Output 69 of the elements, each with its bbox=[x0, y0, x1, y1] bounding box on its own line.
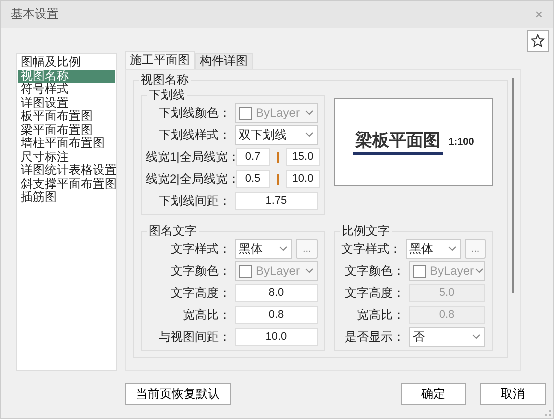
category-item[interactable]: 插筋图 bbox=[18, 191, 115, 204]
field-label: 是否显示： bbox=[344, 328, 405, 346]
dropdown-value: ByLayer bbox=[256, 106, 300, 120]
input-field[interactable]: 10.0 bbox=[234, 328, 318, 346]
category-item[interactable]: 视图名称 bbox=[18, 70, 115, 83]
group-title: 下划线 bbox=[147, 88, 187, 102]
dialog-button[interactable]: 确定 bbox=[400, 383, 466, 405]
input-field[interactable]: 1.75 bbox=[234, 192, 318, 210]
field-label: 文字颜色： bbox=[170, 262, 231, 280]
input-field[interactable]: 0.5 bbox=[236, 170, 270, 188]
scrollbar-thumb[interactable] bbox=[512, 78, 514, 293]
dropdown-value: 双下划线 bbox=[238, 126, 287, 144]
input-field[interactable]: 0.7 bbox=[236, 148, 270, 166]
field-label: 下划线样式： bbox=[158, 126, 231, 144]
dropdown[interactable]: 双下划线 bbox=[234, 125, 318, 145]
category-item[interactable]: 梁平面布置图 bbox=[18, 124, 115, 137]
field-label: 宽高比： bbox=[356, 306, 405, 324]
dropdown-value: 黑体 bbox=[238, 240, 263, 258]
category-item[interactable]: 符号样式 bbox=[18, 83, 115, 96]
dropdown-value: ByLayer bbox=[256, 264, 300, 278]
category-item[interactable]: 详图设置 bbox=[18, 96, 115, 110]
dropdown[interactable]: 黑体 bbox=[406, 239, 461, 259]
category-item[interactable]: 斜支撑平面布置图 bbox=[18, 178, 115, 191]
category-item[interactable]: 详图统计表格设置 bbox=[18, 164, 115, 178]
dialog-button[interactable]: 取消 bbox=[480, 383, 546, 405]
dropdown[interactable]: 否 bbox=[409, 327, 485, 347]
resize-grip-icon[interactable] bbox=[545, 410, 551, 416]
color-swatch-icon bbox=[413, 264, 426, 278]
field-label: 文字颜色： bbox=[344, 262, 405, 280]
caret-icon bbox=[474, 268, 484, 274]
favorite-button[interactable] bbox=[527, 30, 549, 52]
field-label: 宽高比： bbox=[182, 306, 231, 324]
caret-icon bbox=[448, 246, 456, 252]
category-item[interactable]: 墙柱平面布置图 bbox=[18, 137, 115, 150]
input-field[interactable]: 0.8 bbox=[234, 306, 318, 324]
tab[interactable]: 构件详图 bbox=[195, 53, 253, 69]
caret-icon bbox=[304, 268, 314, 274]
category-item[interactable]: 图幅及比例 bbox=[18, 56, 115, 70]
field-label: 文字高度： bbox=[344, 284, 405, 302]
dropdown[interactable]: 黑体 bbox=[234, 239, 292, 259]
field-label: 文字样式： bbox=[170, 240, 231, 258]
caret-icon bbox=[278, 246, 288, 252]
dropdown-value: ByLayer bbox=[430, 264, 474, 278]
category-item[interactable]: 尺寸标注 bbox=[18, 150, 115, 164]
caret-icon bbox=[304, 132, 314, 138]
field-label: 下划线颜色： bbox=[158, 104, 231, 122]
window-title: 基本设置 bbox=[11, 6, 59, 23]
color-swatch-icon bbox=[238, 106, 252, 120]
input-field[interactable]: 8.0 bbox=[234, 284, 318, 302]
field-label: 下划线间距： bbox=[158, 192, 231, 210]
input-field[interactable]: 10.0 bbox=[286, 170, 320, 188]
dropdown-value: 黑体 bbox=[410, 240, 434, 258]
field-label: 文字高度： bbox=[170, 284, 231, 302]
field-label: 文字样式： bbox=[340, 240, 402, 258]
color-swatch-icon bbox=[238, 264, 252, 278]
field-label: 与视图间距： bbox=[158, 328, 231, 346]
group-title: 图名文字 bbox=[147, 224, 199, 238]
tab[interactable]: 施工平面图 bbox=[125, 51, 195, 69]
preview-title: 梁板平面图 bbox=[352, 129, 443, 155]
group-title: 视图名称 bbox=[139, 73, 191, 87]
dropdown-value: 否 bbox=[413, 328, 425, 346]
preview-scale: 1:100 bbox=[448, 136, 474, 148]
caret-icon bbox=[472, 334, 480, 340]
category-item[interactable]: 板平面布置图 bbox=[18, 110, 115, 124]
dialog-button[interactable]: 当前页恢复默认 bbox=[125, 383, 231, 405]
star-icon bbox=[531, 34, 545, 48]
group-title: 比例文字 bbox=[340, 224, 392, 238]
input-field[interactable]: 15.0 bbox=[286, 148, 320, 166]
caret-icon bbox=[304, 110, 314, 116]
